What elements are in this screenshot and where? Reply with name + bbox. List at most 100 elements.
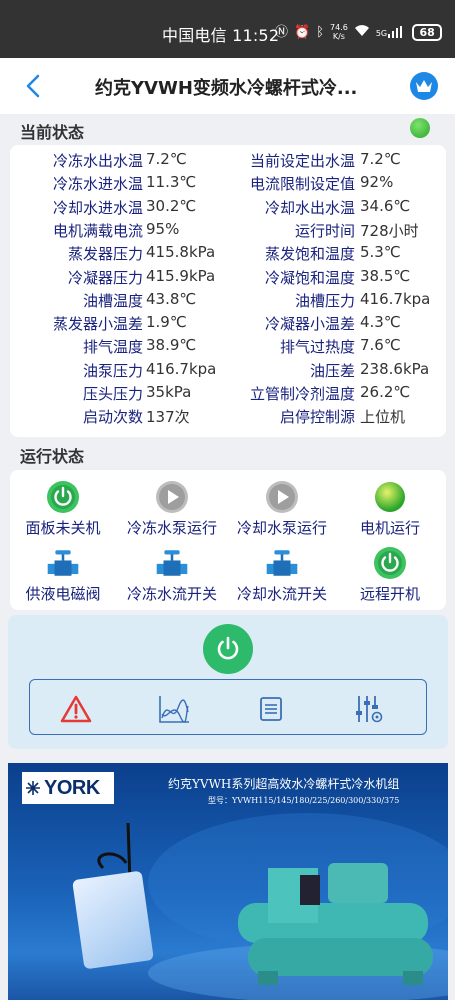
run-status-heading: 运行状态 [20, 447, 85, 466]
param-value: 92% [360, 173, 394, 192]
param-value: 38.5℃ [360, 266, 411, 285]
param-value: 416.7kpa [146, 359, 217, 378]
list-icon [260, 697, 282, 721]
param-value: 416.7kpa [360, 289, 431, 308]
param-row: 排气温度 38.9℃ 排气过热度 7.6℃ [10, 336, 446, 359]
snowflake-icon [26, 781, 40, 795]
run-status-item: 面板未关机 [3, 480, 123, 538]
run-status-label: 冷却水流开关 [236, 585, 327, 603]
valve-icon [46, 546, 80, 580]
crown-icon [416, 80, 432, 92]
param-value: 11.3℃ [146, 173, 197, 192]
trend-chart-icon [159, 696, 189, 723]
param-value: 7.2℃ [146, 150, 187, 168]
param-value: 30.2℃ [146, 196, 197, 215]
play-icon [265, 480, 299, 514]
bluetooth-icon: ᛒ [316, 24, 325, 40]
alarm-button[interactable] [60, 693, 92, 725]
run-status-label: 远程开机 [359, 585, 420, 603]
power-icon [217, 636, 239, 660]
param-label: 冷凝饱和温度 [264, 268, 355, 287]
york-logo: YORK [22, 772, 114, 804]
settings-sliders-icon [356, 696, 383, 723]
nfc-icon: Ⓝ [275, 24, 289, 40]
settings-button[interactable] [352, 693, 384, 725]
online-indicator-icon [410, 118, 430, 138]
list-button[interactable] [255, 693, 287, 725]
param-row: 冷凝器压力 415.9kPa 冷凝饱和温度 38.5℃ [10, 267, 446, 290]
valve-icon [155, 546, 189, 580]
param-label: 蒸发饱和温度 [264, 245, 355, 264]
run-status-item: 远程开机 [330, 546, 450, 604]
param-label: 启停控制源 [279, 408, 355, 427]
param-row: 冷冻水出水温 7.2℃ 当前设定出水温 7.2℃ [10, 150, 446, 173]
param-label: 启动次数 [82, 408, 143, 427]
param-label: 油槽压力 [294, 291, 355, 310]
run-status-label: 面板未关机 [25, 519, 101, 537]
param-label: 冷凝器压力 [67, 268, 143, 287]
param-value: 26.2℃ [360, 383, 411, 401]
run-status-item: 冷冻水流开关 [112, 546, 232, 604]
power-on-icon [373, 546, 407, 580]
param-row: 油泵压力 416.7kpa 油压差 238.6kPa [10, 360, 446, 383]
carrier-time: 中国电信 11:52 [162, 26, 280, 45]
param-label: 排气温度 [82, 338, 143, 357]
param-label: 冷冻水进水温 [52, 175, 143, 194]
green-light-icon [373, 480, 407, 514]
page-title: 约克YVWH变频水冷螺杆式冷... [95, 78, 358, 99]
gateway-device-image [72, 870, 154, 970]
param-label: 蒸发器压力 [67, 245, 143, 264]
back-button[interactable] [20, 72, 48, 100]
param-value: 415.8kPa [146, 243, 216, 262]
param-label: 立管制冷剂温度 [249, 385, 355, 403]
param-value: 35kPa [146, 383, 192, 401]
chevron-left-icon [26, 74, 40, 98]
run-status-item: 冷却水泵运行 [222, 480, 342, 538]
param-label: 当前设定出水温 [249, 152, 355, 170]
param-value: 34.6℃ [360, 196, 411, 215]
param-row: 油槽温度 43.8℃ 油槽压力 416.7kpa [10, 290, 446, 313]
param-label: 运行时间 [294, 221, 355, 240]
run-status-item: 冷冻水泵运行 [112, 480, 232, 538]
param-label: 油压差 [309, 361, 355, 380]
trend-button[interactable] [158, 693, 190, 725]
param-label: 冷却水进水温 [52, 198, 143, 217]
param-value: 415.9kPa [146, 266, 216, 285]
param-label: 冷冻水出水温 [52, 152, 143, 170]
param-label: 蒸发器小温差 [52, 315, 143, 334]
signal-icon: 5G [376, 26, 403, 38]
param-value: 38.9℃ [146, 336, 197, 355]
power-on-icon [46, 480, 80, 514]
param-value: 43.8℃ [146, 289, 197, 308]
param-value: 4.3℃ [360, 313, 401, 332]
param-label: 冷却水出水温 [264, 198, 355, 217]
run-status-card: 面板未关机 冷冻水泵运行 冷却水泵运行 电机运行 供液电磁阀 冷冻水流开关 冷却水流开关 远程… [10, 470, 446, 610]
param-value: 95% [146, 219, 180, 238]
tool-bar [29, 679, 427, 735]
param-value: 238.6kPa [360, 359, 430, 378]
param-label: 压头压力 [82, 385, 143, 403]
param-value: 1.9℃ [146, 313, 187, 332]
net-speed: 74.6 K/s [330, 23, 348, 41]
run-status-label: 冷冻水泵运行 [126, 519, 217, 537]
param-value: 728小时 [360, 221, 419, 240]
valve-icon [265, 546, 299, 580]
param-label: 排气过热度 [279, 338, 355, 357]
run-status-item: 供液电磁阀 [3, 546, 123, 604]
alarm-icon [60, 695, 92, 723]
run-status-label: 冷冻水流开关 [126, 585, 217, 603]
run-status-label: 电机运行 [359, 519, 420, 537]
param-value: 137次 [146, 408, 190, 427]
param-label: 油泵压力 [82, 361, 143, 380]
param-row: 压头压力 35kPa 立管制冷剂温度 26.2℃ [10, 383, 446, 406]
banner-model: 型号：YVWH115/145/180/225/260/300/330/375 [208, 796, 400, 805]
param-label: 电流限制设定值 [249, 175, 355, 194]
current-status-heading: 当前状态 [20, 123, 85, 142]
param-value: 7.2℃ [360, 150, 401, 168]
param-row: 电机满载电流 95% 运行时间 728小时 [10, 220, 446, 243]
param-value: 5.3℃ [360, 243, 401, 262]
param-label: 油槽温度 [82, 291, 143, 310]
vip-button[interactable] [410, 72, 438, 100]
control-panel [8, 615, 448, 749]
power-button[interactable] [203, 624, 253, 674]
